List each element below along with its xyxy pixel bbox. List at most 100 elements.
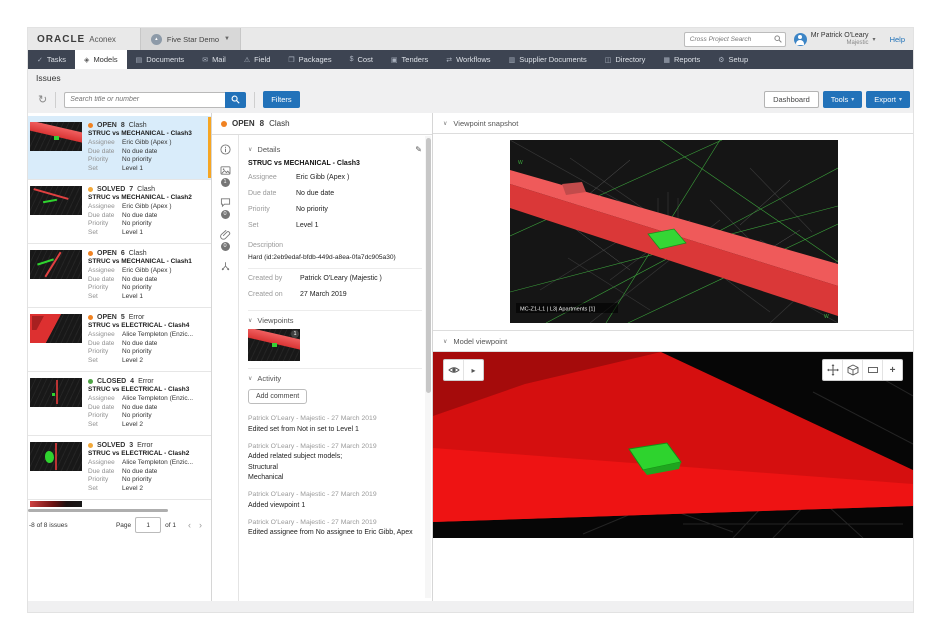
issue-due-date: No due date bbox=[122, 340, 157, 349]
user-org: Majestic bbox=[847, 40, 869, 47]
nav-tab[interactable]: ▤ Documents bbox=[127, 50, 194, 69]
detail-title: STRUC vs MECHANICAL - Clash3 bbox=[248, 160, 422, 167]
nav-tab[interactable]: ▦ Reports bbox=[654, 50, 709, 69]
issue-priority: No priority bbox=[122, 348, 152, 357]
issue-card[interactable]: OPEN 6 Clash STRUC vs MECHANICAL - Clash… bbox=[28, 244, 211, 308]
previous-page-icon[interactable]: ‹ bbox=[184, 520, 195, 530]
nav-tab[interactable]: ⚙ Setup bbox=[709, 50, 757, 69]
nav-tab-label: Cost bbox=[358, 55, 373, 64]
filters-button[interactable]: Filters bbox=[263, 91, 299, 108]
add-comment-button[interactable]: Add comment bbox=[248, 389, 307, 404]
viewpoints-section-header[interactable]: ∨ Viewpoints bbox=[248, 316, 422, 325]
activity-section-header[interactable]: ∨ Activity bbox=[248, 374, 422, 383]
nav-tab[interactable]: ❒ Packages bbox=[279, 50, 340, 69]
project-selector[interactable]: ▴ Five Star Demo ▼ bbox=[140, 28, 241, 50]
eye-icon bbox=[448, 365, 460, 375]
user-menu[interactable]: Mr Patrick O'Leary Majestic ▾ bbox=[794, 32, 876, 46]
visibility-button[interactable] bbox=[444, 360, 463, 380]
issue-due-date: No due date bbox=[122, 212, 157, 221]
cross-project-search bbox=[684, 32, 786, 47]
next-page-icon[interactable]: › bbox=[195, 520, 206, 530]
issue-type: Error bbox=[137, 442, 153, 449]
model-viewpoint-label: Model viewpoint bbox=[453, 337, 507, 346]
detail-field-value: No due date bbox=[296, 186, 334, 202]
top-bar-right: Mr Patrick O'Leary Majestic ▾ Help bbox=[684, 32, 913, 47]
viewpoint-thumbnail[interactable]: 1 bbox=[248, 329, 300, 361]
issue-number: 8 bbox=[121, 122, 125, 129]
detail-icon-rail: 1 0 0 bbox=[212, 135, 239, 601]
issues-count: -8 of 8 issues bbox=[29, 522, 116, 529]
model-viewport[interactable]: ▸ + bbox=[433, 352, 913, 538]
nav-tab[interactable]: ⇄ Workflows bbox=[437, 50, 499, 69]
app-window: ORACLE Aconex ▴ Five Star Demo ▼ Mr Patr… bbox=[0, 0, 941, 640]
edit-icon[interactable]: ✎ bbox=[415, 145, 422, 154]
issue-card[interactable]: OPEN 5 Error STRUC vs ELECTRICAL - Clash… bbox=[28, 308, 211, 372]
refresh-icon[interactable]: ↻ bbox=[38, 93, 47, 106]
tools-button[interactable]: Tools▾ bbox=[823, 91, 863, 108]
nav-tab[interactable]: ◈ Models bbox=[75, 50, 127, 69]
issue-card[interactable]: SOLVED 7 Clash STRUC vs MECHANICAL - Cla… bbox=[28, 180, 211, 244]
image-icon bbox=[220, 165, 231, 176]
issue-card[interactable]: SOLVED 3 Error STRUC vs ELECTRICAL - Cla… bbox=[28, 436, 211, 500]
details-section-header[interactable]: ∨ Details ✎ bbox=[248, 145, 422, 154]
field-label: Set bbox=[88, 165, 122, 174]
issue-card[interactable]: OPEN 8 Clash STRUC vs MECHANICAL - Clash… bbox=[28, 116, 211, 180]
activity-entry: Patrick O'Leary - Majestic - 27 March 20… bbox=[248, 491, 422, 509]
issue-title: STRUC vs ELECTRICAL - Clash2 bbox=[88, 450, 207, 459]
search-button[interactable] bbox=[225, 92, 246, 108]
export-button[interactable]: Export▾ bbox=[866, 91, 910, 108]
search-icon[interactable] bbox=[774, 35, 782, 43]
field-label: Set bbox=[88, 357, 122, 366]
divider bbox=[248, 268, 422, 269]
expand-toolbar-button[interactable]: ▸ bbox=[463, 360, 483, 380]
nav-tab[interactable]: ▥ Supplier Documents bbox=[500, 50, 596, 69]
info-tab[interactable] bbox=[220, 144, 231, 155]
nav-tab[interactable]: ✉ Mail bbox=[193, 50, 235, 69]
divider bbox=[248, 310, 422, 311]
issue-thumbnail bbox=[30, 378, 82, 407]
related-items-tab[interactable] bbox=[220, 261, 231, 272]
viewpoints-tab[interactable]: 1 bbox=[220, 165, 231, 187]
attachments-tab[interactable]: 0 bbox=[220, 229, 231, 251]
nav-tab[interactable]: ▣ Tenders bbox=[382, 50, 437, 69]
nav-tab[interactable]: ✓ Tasks bbox=[28, 50, 75, 69]
scrollbar-thumb[interactable] bbox=[426, 138, 431, 393]
list-footer: -8 of 8 issues Page of 1 ‹ › bbox=[28, 517, 211, 533]
issue-status: SOLVED bbox=[97, 442, 125, 449]
status-dot bbox=[88, 251, 93, 256]
pan-button[interactable] bbox=[823, 360, 842, 380]
status-dot bbox=[88, 443, 93, 448]
horizontal-scrollbar[interactable] bbox=[28, 509, 168, 512]
details-section-label: Details bbox=[257, 145, 280, 154]
section-cube-button[interactable] bbox=[842, 360, 862, 380]
field-label: Priority bbox=[88, 348, 122, 357]
field-icon: ⚠ bbox=[244, 56, 250, 64]
model-viewpoint-header[interactable]: ∨ Model viewpoint bbox=[433, 330, 913, 352]
cross-project-search-input[interactable] bbox=[688, 35, 774, 44]
page-label: Page bbox=[116, 522, 131, 529]
zoom-out-button[interactable] bbox=[862, 360, 882, 380]
issue-title: STRUC vs MECHANICAL - Clash2 bbox=[88, 194, 207, 203]
issue-priority: No priority bbox=[122, 156, 152, 165]
status-dot bbox=[221, 121, 227, 127]
model-view-toolbar-left: ▸ bbox=[443, 359, 484, 381]
selected-indicator bbox=[208, 117, 211, 178]
nav-tab[interactable]: ◫ Directory bbox=[596, 50, 655, 69]
nav-tab[interactable]: $ Cost bbox=[341, 50, 382, 69]
zoom-in-button[interactable]: + bbox=[882, 360, 902, 380]
viewpoint-snapshot-header[interactable]: ∨ Viewpoint snapshot bbox=[433, 113, 913, 134]
detail-content: ∨ Details ✎ STRUC vs MECHANICAL - Clash3… bbox=[239, 135, 432, 601]
nav-tab[interactable]: ⚠ Field bbox=[235, 50, 280, 69]
issue-card[interactable]: CLOSED 4 Error STRUC vs ELECTRICAL - Cla… bbox=[28, 372, 211, 436]
issue-search-input[interactable] bbox=[64, 92, 225, 108]
help-link[interactable]: Help bbox=[890, 35, 905, 44]
sub-header: Issues bbox=[28, 69, 913, 86]
status-dot bbox=[88, 379, 93, 384]
issue-thumbnail bbox=[30, 250, 82, 279]
page-input[interactable] bbox=[135, 517, 161, 533]
comments-tab[interactable]: 0 bbox=[220, 197, 231, 219]
dashboard-button[interactable]: Dashboard bbox=[764, 91, 819, 108]
nav-tab-label: Documents bbox=[146, 55, 184, 64]
issue-type: Error bbox=[138, 378, 154, 385]
activity-text: Edited assignee from No assignee to Eric… bbox=[248, 529, 422, 536]
